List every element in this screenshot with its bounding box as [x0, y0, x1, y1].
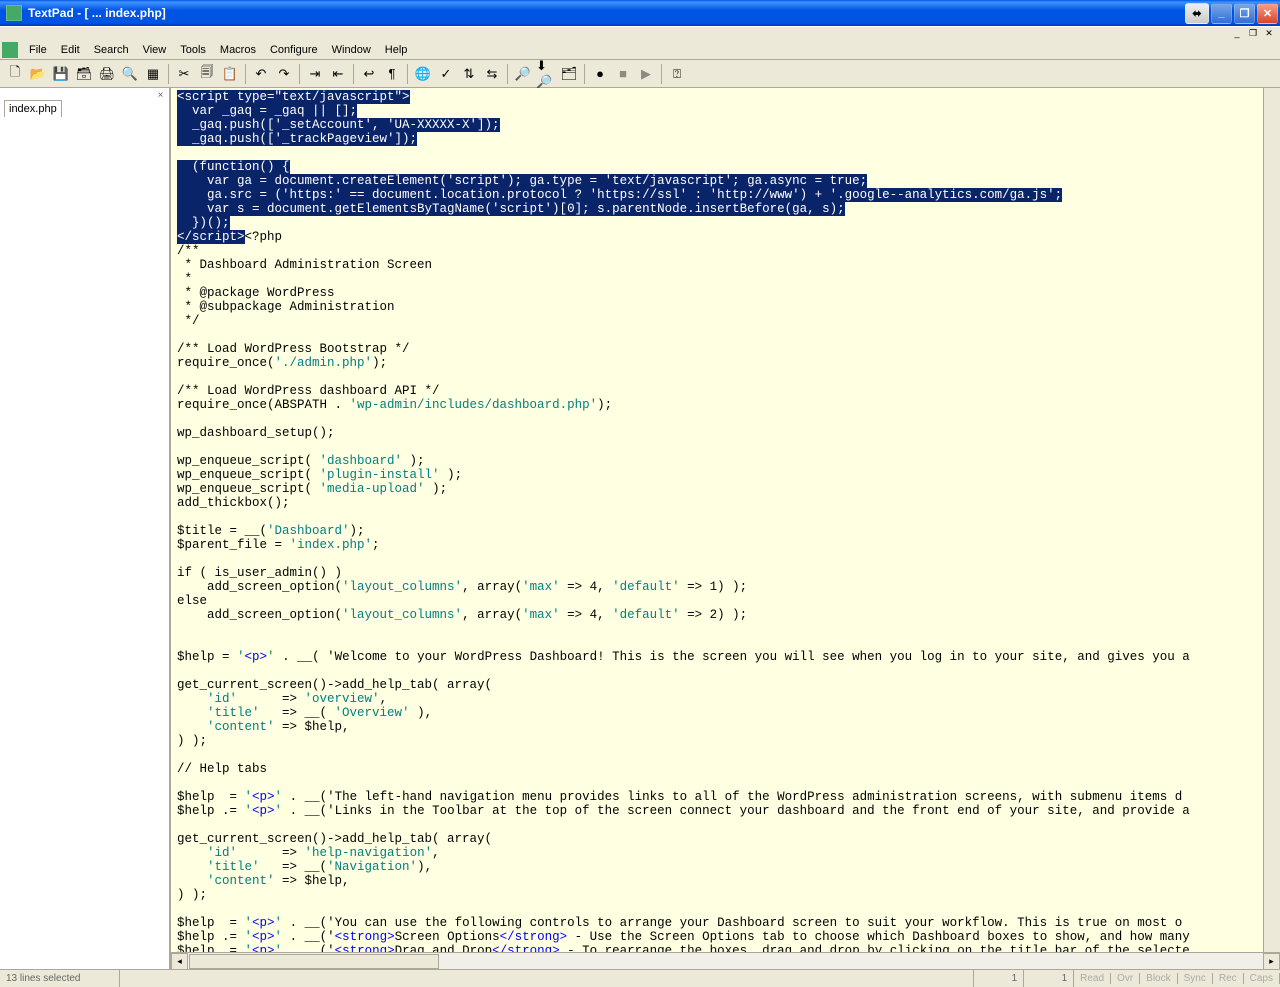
- mdi-controls: _ ❐ ✕: [0, 26, 1280, 40]
- undo-icon[interactable]: ↶: [250, 63, 272, 85]
- app-icon: [6, 5, 22, 21]
- find-icon[interactable]: 🔎: [512, 63, 534, 85]
- status-flag-block: Block: [1140, 973, 1177, 984]
- find-files-icon[interactable]: 🗂: [558, 63, 580, 85]
- show-symbols-icon[interactable]: ¶: [381, 63, 403, 85]
- scroll-left-icon[interactable]: ◂: [171, 953, 188, 970]
- mdi-restore[interactable]: ❐: [1246, 27, 1260, 39]
- status-flag-ovr: Ovr: [1111, 973, 1140, 984]
- redo-icon[interactable]: ↷: [273, 63, 295, 85]
- statusbar: 13 lines selected 1 1 ReadOvrBlockSyncRe…: [0, 969, 1280, 987]
- status-flag-read: Read: [1074, 973, 1111, 984]
- wordwrap-icon[interactable]: ↩: [358, 63, 380, 85]
- code-editor[interactable]: <script type="text/javascript"> var _gaq…: [171, 88, 1263, 952]
- open-file-icon[interactable]: 📂: [27, 63, 49, 85]
- vertical-scrollbar[interactable]: [1263, 88, 1280, 952]
- help-icon[interactable]: ⍰: [666, 63, 688, 85]
- save-icon[interactable]: 💾: [50, 63, 72, 85]
- save-all-icon[interactable]: 🗃: [73, 63, 95, 85]
- menu-view[interactable]: View: [136, 42, 174, 58]
- status-flag-sync: Sync: [1178, 973, 1213, 984]
- mdi-close[interactable]: ✕: [1262, 27, 1276, 39]
- new-file-icon[interactable]: 🗋: [4, 63, 26, 85]
- copy-icon[interactable]: 🗐: [196, 63, 218, 85]
- paste-icon[interactable]: 📋: [219, 63, 241, 85]
- window-title: TextPad - [ ... index.php]: [26, 6, 1183, 20]
- outdent-icon[interactable]: ⇤: [327, 63, 349, 85]
- menu-macros[interactable]: Macros: [213, 42, 263, 58]
- close-button[interactable]: ✕: [1257, 3, 1278, 24]
- minimize-button[interactable]: _: [1211, 3, 1232, 24]
- status-selection: 13 lines selected: [0, 970, 120, 987]
- sidebar-close-icon[interactable]: ×: [154, 89, 167, 102]
- stop-macro-icon[interactable]: ■: [612, 63, 634, 85]
- menu-search[interactable]: Search: [87, 42, 136, 58]
- menu-edit[interactable]: Edit: [54, 42, 87, 58]
- menubar: FileEditSearchViewToolsMacrosConfigureWi…: [0, 40, 1280, 60]
- window-titlebar: TextPad - [ ... index.php] ⬌ _ ❐ ✕: [0, 0, 1280, 26]
- menu-tools[interactable]: Tools: [173, 42, 213, 58]
- menu-help[interactable]: Help: [378, 42, 415, 58]
- menu-window[interactable]: Window: [325, 42, 378, 58]
- status-flag-rec: Rec: [1213, 973, 1244, 984]
- sort-icon[interactable]: ⇅: [458, 63, 480, 85]
- find-next-icon[interactable]: ⬇🔎: [535, 63, 557, 85]
- properties-icon[interactable]: ▦: [142, 63, 164, 85]
- compare-icon[interactable]: ⇆: [481, 63, 503, 85]
- menu-configure[interactable]: Configure: [263, 42, 325, 58]
- document-selector: × index.php: [0, 88, 171, 969]
- mdi-minimize[interactable]: _: [1230, 27, 1244, 39]
- record-macro-icon[interactable]: ●: [589, 63, 611, 85]
- status-flag-caps: Caps: [1244, 973, 1280, 984]
- scroll-right-icon[interactable]: ▸: [1263, 953, 1280, 970]
- browser-icon[interactable]: 🌐: [412, 63, 434, 85]
- print-icon[interactable]: 🖨: [96, 63, 118, 85]
- maximize-button[interactable]: ❐: [1234, 3, 1255, 24]
- horizontal-scrollbar[interactable]: ◂ ▸: [171, 952, 1280, 969]
- document-tab[interactable]: index.php: [4, 100, 62, 117]
- menu-file[interactable]: File: [22, 42, 54, 58]
- print-preview-icon[interactable]: 🔍: [119, 63, 141, 85]
- status-col: 1: [1024, 970, 1074, 987]
- indent-icon[interactable]: ⇥: [304, 63, 326, 85]
- play-macro-icon[interactable]: ▶: [635, 63, 657, 85]
- status-line: 1: [974, 970, 1024, 987]
- toolbar: 🗋 📂 💾 🗃 🖨 🔍 ▦ ✂ 🗐 📋 ↶ ↷ ⇥ ⇤ ↩ ¶ 🌐 ✓ ⇅ ⇆ …: [0, 60, 1280, 88]
- spell-icon[interactable]: ✓: [435, 63, 457, 85]
- cut-icon[interactable]: ✂: [173, 63, 195, 85]
- resize-button[interactable]: ⬌: [1185, 3, 1209, 24]
- doc-icon: [2, 42, 18, 58]
